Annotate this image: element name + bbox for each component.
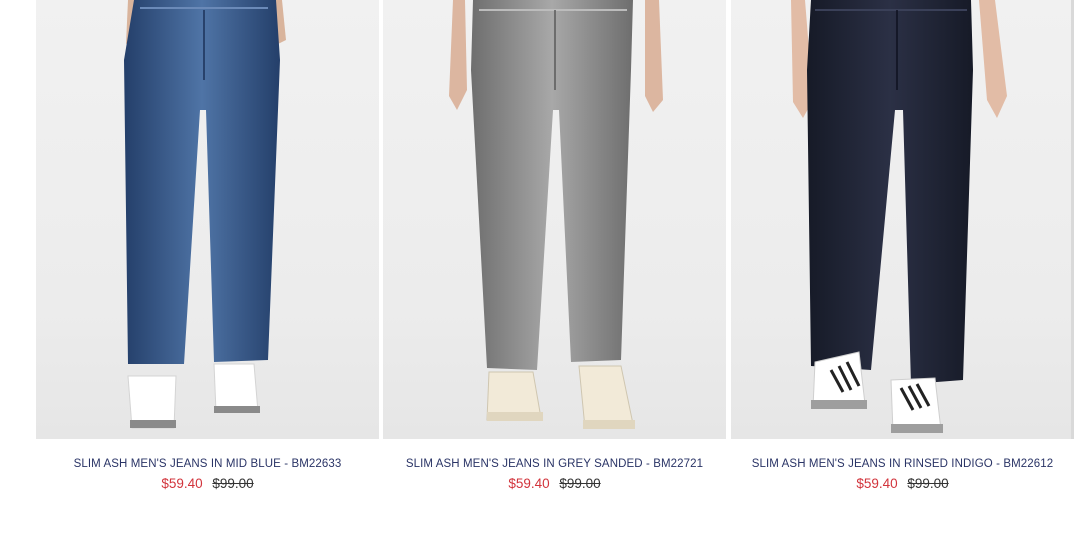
jeans-rinsed-indigo-image bbox=[791, 0, 1007, 433]
product-prices: $59.40 $99.00 bbox=[731, 476, 1074, 492]
product-card[interactable]: SLIM ASH MEN'S JEANS IN GREY SANDED - BM… bbox=[383, 0, 726, 492]
product-title[interactable]: SLIM ASH MEN'S JEANS IN GREY SANDED - BM… bbox=[383, 457, 726, 471]
product-prices: $59.40 $99.00 bbox=[383, 476, 726, 492]
product-card[interactable]: SLIM ASH MEN'S JEANS IN RINSED INDIGO - … bbox=[731, 0, 1074, 492]
original-price: $99.00 bbox=[559, 476, 601, 491]
product-title[interactable]: SLIM ASH MEN'S JEANS IN MID BLUE - BM226… bbox=[36, 457, 379, 471]
original-price: $99.00 bbox=[907, 476, 949, 491]
original-price: $99.00 bbox=[212, 476, 254, 491]
product-prices: $59.40 $99.00 bbox=[36, 476, 379, 492]
sale-price: $59.40 bbox=[161, 476, 203, 491]
product-grid: SLIM ASH MEN'S JEANS IN MID BLUE - BM226… bbox=[0, 0, 1080, 540]
jeans-grey-sanded-image bbox=[449, 0, 663, 429]
sale-price: $59.40 bbox=[856, 476, 898, 491]
sale-price: $59.40 bbox=[508, 476, 550, 491]
image-border bbox=[1071, 0, 1074, 439]
jeans-mid-blue-image bbox=[124, 0, 286, 429]
product-image[interactable] bbox=[731, 0, 1074, 439]
product-image[interactable] bbox=[36, 0, 379, 439]
product-card[interactable]: SLIM ASH MEN'S JEANS IN MID BLUE - BM226… bbox=[36, 0, 379, 492]
product-title[interactable]: SLIM ASH MEN'S JEANS IN RINSED INDIGO - … bbox=[731, 457, 1074, 471]
product-image[interactable] bbox=[383, 0, 726, 439]
